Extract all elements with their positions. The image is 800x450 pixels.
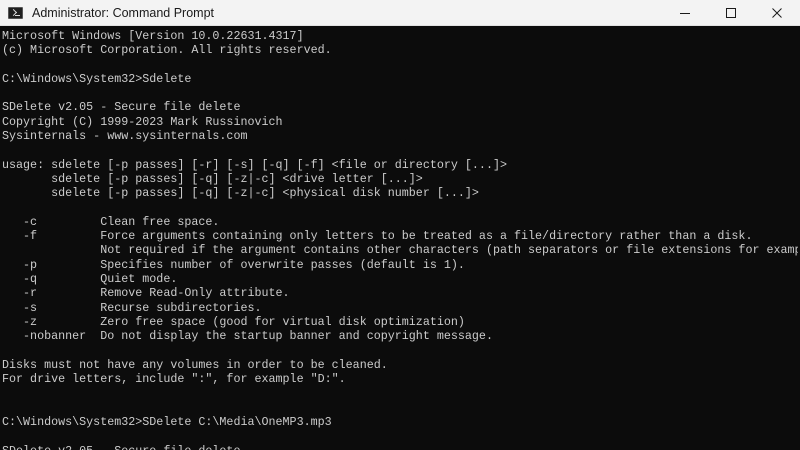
console-line: -p Specifies number of overwrite passes … — [2, 257, 465, 272]
maximize-button[interactable] — [708, 0, 754, 25]
console-line: Sysinternals - www.sysinternals.com — [2, 129, 248, 144]
console-line: Copyright (C) 1999-2023 Mark Russinovich — [2, 114, 283, 129]
console-line: Microsoft Windows [Version 10.0.22631.43… — [2, 29, 304, 43]
console-line: -z Zero free space (good for virtual dis… — [2, 314, 465, 329]
title-bar[interactable]: Administrator: Command Prompt — [0, 0, 800, 26]
close-icon — [772, 7, 782, 18]
console-line: C:\Windows\System32>Sdelete — [2, 71, 192, 86]
console-line: -q Quiet mode. — [2, 272, 178, 287]
console-line: usage: sdelete [-p passes] [-r] [-s] [-q… — [2, 157, 507, 172]
console-line: SDelete v2.05 - Secure file delete — [2, 444, 798, 450]
command-prompt-icon[interactable] — [8, 6, 23, 19]
console-line: -nobanner Do not display the startup ban… — [2, 329, 493, 344]
console-line: (c) Microsoft Corporation. All rights re… — [2, 43, 332, 58]
console-output[interactable]: Microsoft Windows [Version 10.0.22631.43… — [2, 29, 798, 450]
console-line: SDelete v2.05 - Secure file delete — [2, 100, 241, 115]
console-line: -c Clean free space. — [2, 214, 220, 229]
console-line: -s Recurse subdirectories. — [2, 300, 262, 315]
window-controls — [662, 0, 800, 25]
console-line: sdelete [-p passes] [-q] [-z|-c] <drive … — [2, 171, 423, 186]
console-line: C:\Windows\System32>SDelete C:\Media\One… — [2, 415, 332, 430]
close-button[interactable] — [754, 0, 800, 25]
console-line: -r Remove Read-Only attribute. — [2, 286, 290, 301]
minimize-button[interactable] — [662, 0, 708, 25]
console-line: Disks must not have any volumes in order… — [2, 357, 388, 372]
maximize-icon — [726, 7, 736, 18]
window-title: Administrator: Command Prompt — [32, 5, 215, 20]
minimize-icon — [680, 8, 690, 18]
command-prompt-window: Administrator: Command Prompt Microsoft … — [0, 0, 800, 450]
console-line: -f Force arguments containing only lette… — [2, 229, 753, 244]
console-line: For drive letters, include ":", for exam… — [2, 372, 346, 387]
console-line: Not required if the argument contains ot… — [2, 243, 798, 258]
console-line: sdelete [-p passes] [-q] [-z|-c] <physic… — [2, 186, 479, 201]
